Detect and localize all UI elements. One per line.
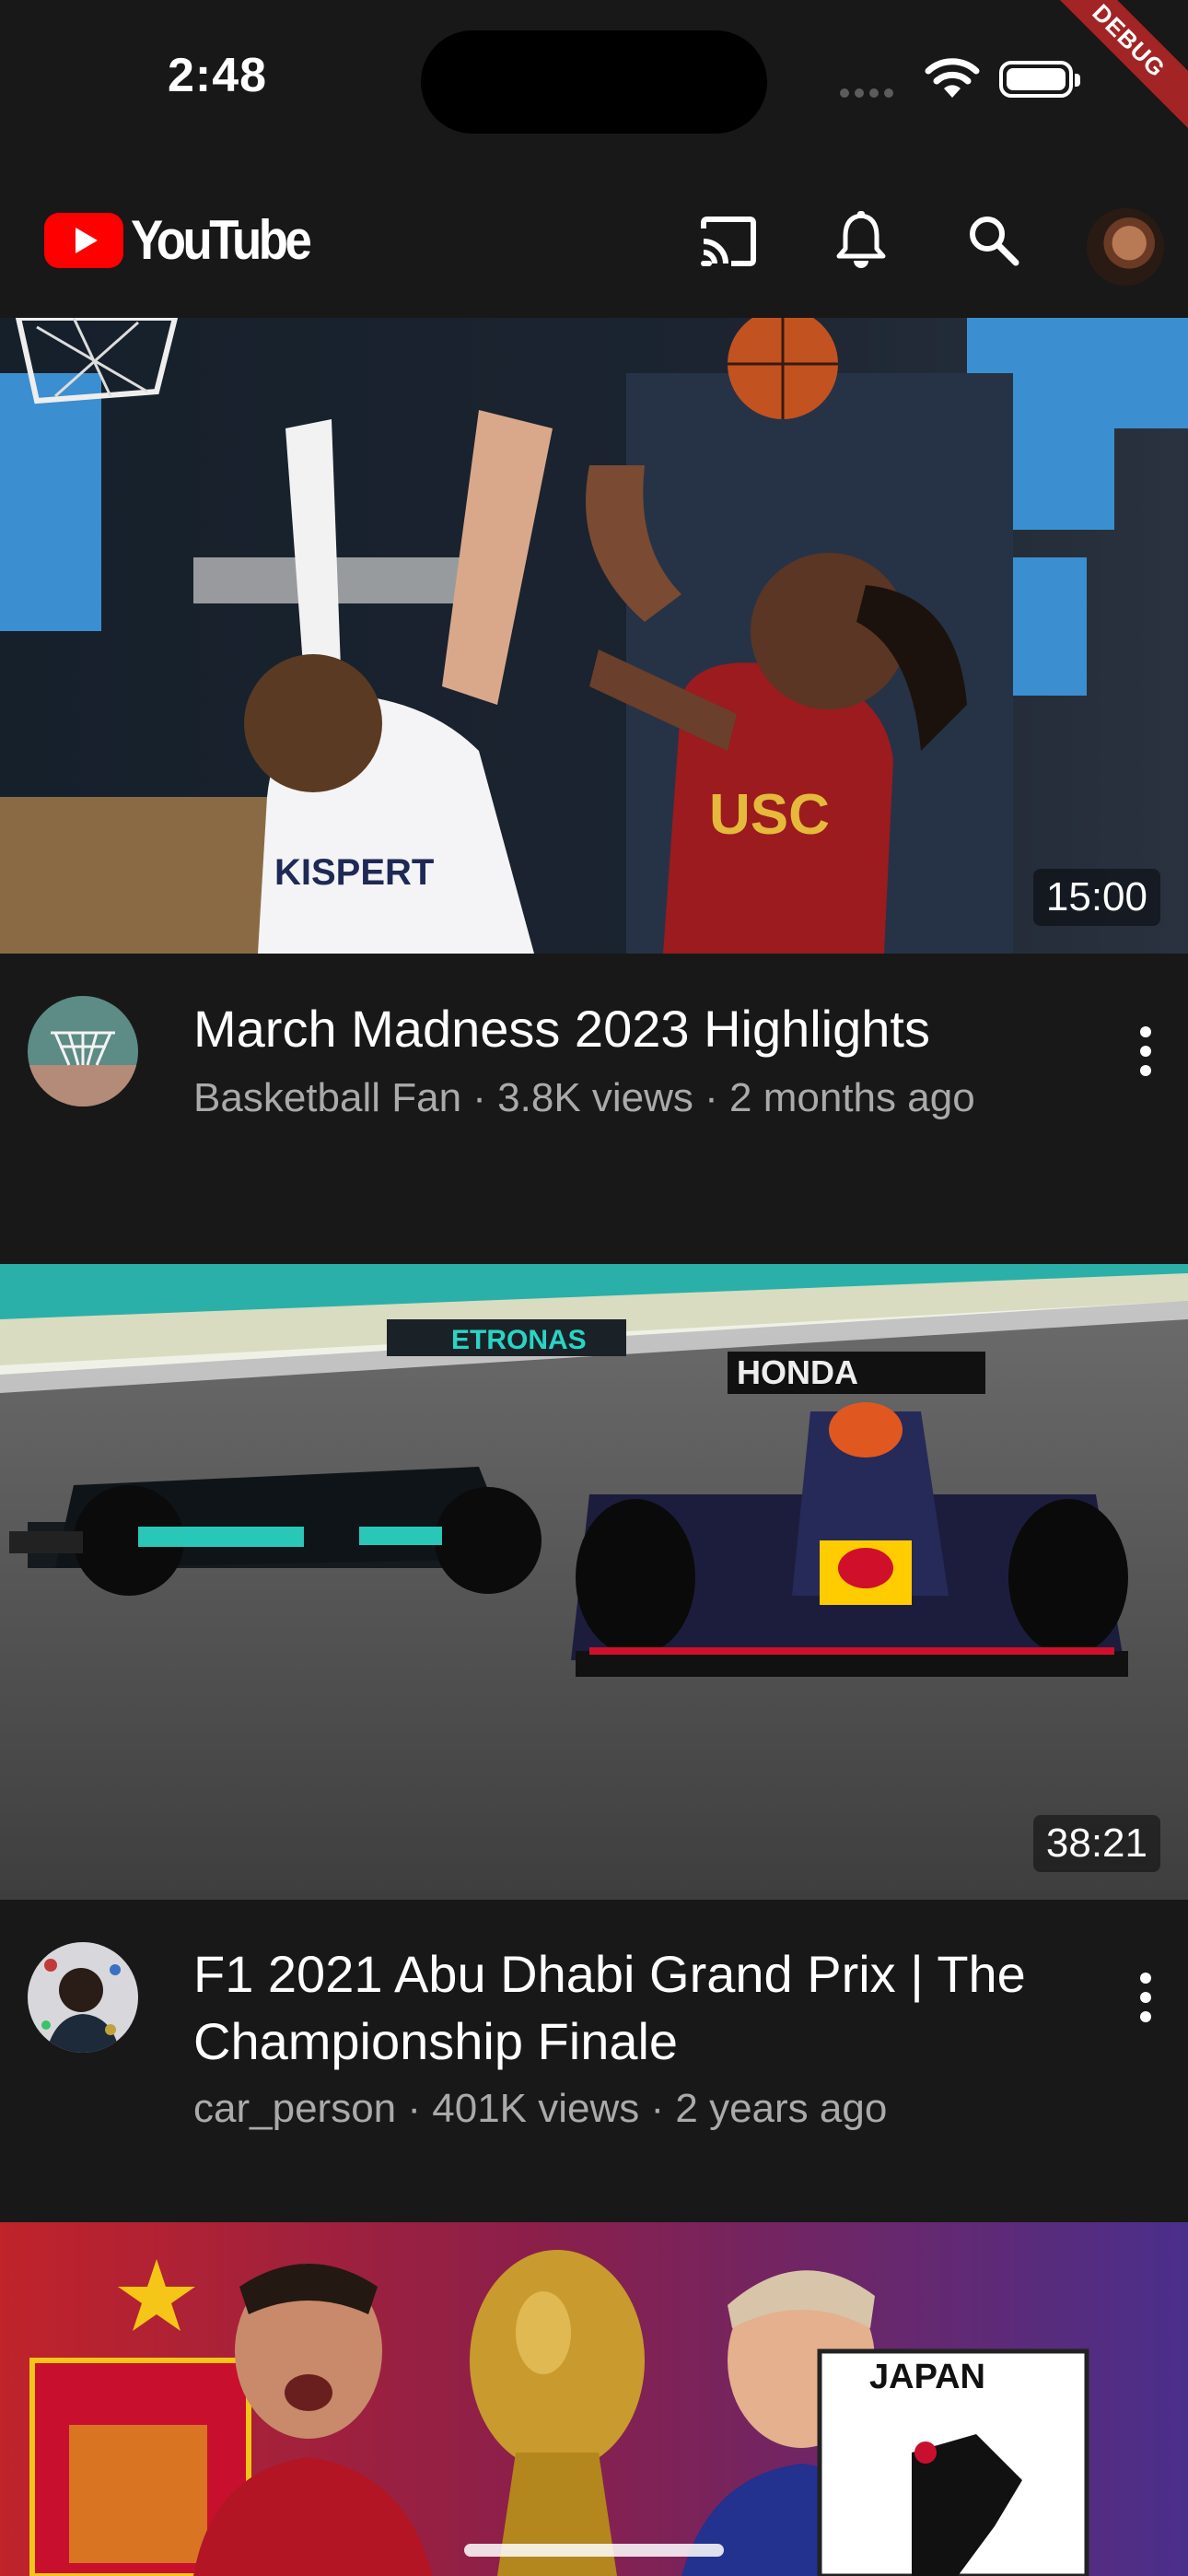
- video-thumbnail[interactable]: JAPAN: [0, 2222, 1188, 2576]
- svg-text:USC: USC: [709, 783, 830, 847]
- view-count: 401K views: [432, 2086, 640, 2131]
- flag-caption: JAPAN: [869, 2358, 985, 2396]
- debug-banner: DEBUG: [1022, 0, 1188, 166]
- dynamic-island: [421, 30, 767, 134]
- wifi-icon: [925, 58, 980, 98]
- more-options-button[interactable]: [1140, 1973, 1153, 2031]
- search-icon[interactable]: [967, 214, 1020, 267]
- basketball-hoop-avatar: [28, 996, 138, 1107]
- video-meta: Basketball Fan · 3.8K views · 2 months a…: [193, 1075, 975, 1120]
- video-duration: 15:00: [1032, 869, 1160, 926]
- more-options-button[interactable]: [1140, 1026, 1153, 1084]
- basketball-scene-image: KISPERT USC: [0, 318, 1188, 954]
- home-indicator[interactable]: [464, 2544, 724, 2557]
- svg-text:ETRONAS: ETRONAS: [451, 1325, 587, 1355]
- youtube-logo[interactable]: YouTube: [44, 208, 333, 272]
- video-thumbnail[interactable]: ETRONAS HONDA 38:21: [0, 1264, 1188, 1900]
- channel-avatar[interactable]: [28, 996, 138, 1107]
- cellular-signal-icon: [840, 86, 899, 102]
- video-title[interactable]: F1 2021 Abu Dhabi Grand Prix | The Champ…: [193, 1940, 1041, 2075]
- channel-name[interactable]: Basketball Fan: [193, 1075, 461, 1120]
- upload-age: 2 years ago: [675, 2086, 888, 2131]
- status-bar: 2:48 DEBUG: [0, 0, 1188, 166]
- f1-race-image: ETRONAS HONDA: [0, 1264, 1188, 1900]
- debug-banner-label: DEBUG: [1036, 0, 1188, 134]
- channel-name[interactable]: car_person: [193, 2086, 396, 2131]
- status-time: 2:48: [168, 49, 268, 102]
- rear-wing-text: HONDA: [737, 1353, 858, 1391]
- cast-icon[interactable]: [698, 216, 759, 269]
- account-avatar[interactable]: [1087, 208, 1164, 286]
- upload-age: 2 months ago: [729, 1075, 975, 1120]
- video-title[interactable]: March Madness 2023 Highlights: [193, 995, 1041, 1062]
- bell-icon[interactable]: [834, 210, 888, 271]
- youtube-play-logo-icon: [44, 212, 123, 268]
- channel-avatar[interactable]: [28, 1942, 138, 2053]
- world-cup-image: JAPAN: [0, 2222, 1188, 2576]
- racing-driver-avatar: [28, 1942, 138, 2053]
- video-duration: 38:21: [1032, 1815, 1160, 1872]
- view-count: 3.8K views: [497, 1075, 693, 1120]
- logo-text: YouTube: [131, 209, 312, 271]
- jersey-text: KISPERT: [274, 852, 434, 893]
- video-meta: car_person · 401K views · 2 years ago: [193, 2086, 888, 2131]
- video-thumbnail[interactable]: KISPERT USC 15:00: [0, 318, 1188, 954]
